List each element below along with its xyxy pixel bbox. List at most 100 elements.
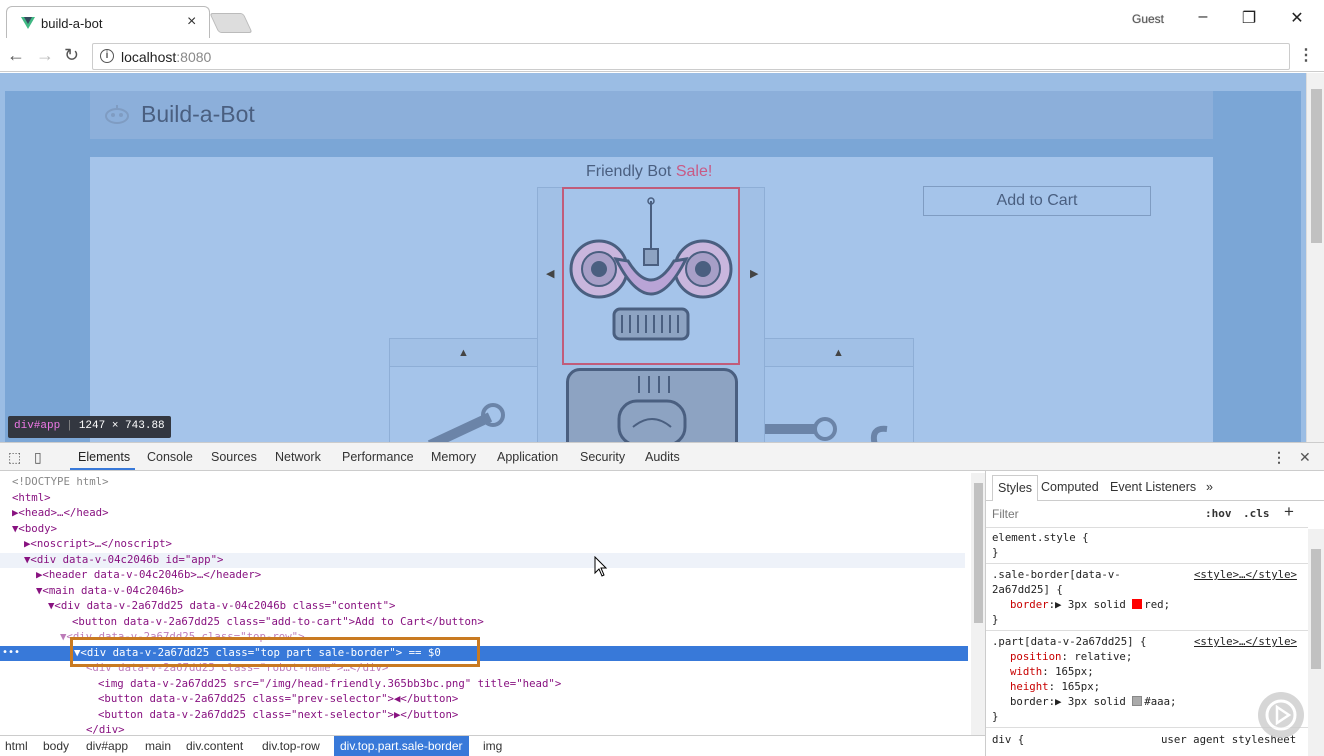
breadcrumb-item[interactable]: html: [5, 739, 28, 753]
info-icon[interactable]: i: [100, 49, 114, 63]
url-text: localhost:8080: [121, 49, 212, 65]
tab-audits[interactable]: Audits: [645, 450, 680, 464]
tab-application[interactable]: Application: [497, 450, 558, 464]
active-tab-indicator: [70, 468, 135, 470]
url-field[interactable]: i localhost:8080: [92, 43, 1290, 70]
dom-node[interactable]: ▶<header data-v-04c2046b>…</header>: [36, 568, 261, 584]
reload-icon[interactable]: ↻: [64, 45, 79, 66]
breadcrumb-item[interactable]: main: [145, 739, 171, 753]
restore-icon[interactable]: ❐: [1234, 8, 1264, 28]
left-arm-part: [389, 366, 539, 442]
css-declaration[interactable]: border:▶ 3px solid red;: [1010, 598, 1170, 611]
breadcrumb-item-active[interactable]: div.top.part.sale-border: [334, 736, 469, 756]
dom-node[interactable]: <button data-v-2a67dd25 class="prev-sele…: [98, 692, 458, 708]
tab-title: build-a-bot: [41, 16, 103, 31]
breadcrumb-item[interactable]: body: [43, 739, 69, 753]
left-arm-image: [427, 403, 505, 442]
dom-node[interactable]: ▼<body>: [12, 522, 57, 538]
dom-node[interactable]: <!DOCTYPE html>: [12, 475, 109, 491]
dom-node[interactable]: ▶<head>…</head>: [12, 506, 109, 522]
address-bar: ← → ↻ i localhost:8080 ⋮: [0, 40, 1324, 72]
devtools-panel: ⬚ ▯ Elements Console Sources Network Per…: [0, 442, 1324, 756]
selected-node-highlight: [70, 637, 480, 667]
device-toolbar-icon[interactable]: ▯: [34, 449, 42, 466]
new-tab-button[interactable]: [209, 13, 253, 33]
cls-toggle[interactable]: .cls: [1243, 507, 1270, 520]
rule-selector[interactable]: 2a67dd25] {: [992, 583, 1063, 596]
rule-selector[interactable]: .part[data-v-2a67dd25] {: [992, 635, 1146, 648]
dom-node[interactable]: <img data-v-2a67dd25 src="/img/head-frie…: [98, 677, 561, 693]
more-tabs-icon[interactable]: »: [1206, 480, 1213, 494]
add-to-cart-button[interactable]: Add to Cart: [923, 186, 1151, 216]
title-bar: build-a-bot × Guest – ❐ ✕: [0, 0, 1324, 40]
inspect-element-icon[interactable]: ⬚: [8, 449, 21, 466]
rule-selector[interactable]: div {: [992, 733, 1024, 746]
dom-node[interactable]: ▼<div data-v-2a67dd25 data-v-04c2046b cl…: [48, 599, 395, 615]
up-arrow-icon[interactable]: ▲: [458, 347, 469, 359]
torso-detail: [617, 376, 687, 442]
rule-selector[interactable]: element.style {: [992, 531, 1089, 544]
breadcrumb-item[interactable]: div.top-row: [262, 739, 320, 753]
css-declaration[interactable]: width: 165px;: [1010, 665, 1094, 678]
browser-menu-icon[interactable]: ⋮: [1298, 45, 1314, 65]
next-selector-button[interactable]: ▶: [750, 267, 758, 280]
browser-tab[interactable]: build-a-bot ×: [6, 6, 210, 38]
tab-network[interactable]: Network: [275, 450, 321, 464]
forward-icon[interactable]: →: [36, 45, 54, 66]
rule-selector[interactable]: .sale-border[data-v-: [992, 568, 1121, 581]
styles-tab-bar: Styles Computed Event Listeners »: [986, 471, 1324, 501]
breadcrumb-item[interactable]: div#app: [86, 739, 128, 753]
color-swatch[interactable]: [1132, 599, 1143, 609]
styles-scrollbar-thumb[interactable]: [1311, 549, 1321, 669]
dom-node[interactable]: ▼<div data-v-04c2046b id="app">: [0, 552, 965, 568]
dom-node[interactable]: <button data-v-2a67dd25 class="next-sele…: [98, 708, 458, 724]
tab-performance[interactable]: Performance: [342, 450, 414, 464]
tab-event-listeners[interactable]: Event Listeners: [1110, 480, 1196, 494]
new-rule-icon[interactable]: +: [1284, 502, 1294, 522]
page-scrollbar[interactable]: [1306, 73, 1324, 442]
styles-scrollbar[interactable]: [1308, 529, 1324, 756]
dom-node[interactable]: ▶<noscript>…</noscript>: [24, 537, 172, 553]
tab-console[interactable]: Console: [147, 450, 193, 464]
filter-input[interactable]: Filter: [992, 507, 1019, 521]
devtools-menu-icon[interactable]: ⋮: [1272, 449, 1286, 466]
css-declaration-overridden[interactable]: border:▶ 3px solid #aaa;: [1010, 695, 1176, 708]
dom-scrollbar[interactable]: [971, 473, 985, 735]
mouse-cursor-icon: [594, 556, 608, 577]
divider: [986, 630, 1308, 631]
hov-toggle[interactable]: :hov: [1205, 507, 1232, 520]
tab-close-icon[interactable]: ×: [187, 13, 196, 31]
devtools-close-icon[interactable]: ✕: [1299, 449, 1311, 466]
css-declaration[interactable]: position: relative;: [1010, 650, 1132, 663]
dom-node[interactable]: </div>: [86, 723, 125, 735]
ellipsis-icon[interactable]: •••: [2, 647, 20, 658]
prev-selector-button[interactable]: ◀: [546, 267, 554, 280]
close-window-icon[interactable]: ✕: [1282, 8, 1312, 28]
right-arm-image: [765, 417, 888, 442]
minimize-icon[interactable]: –: [1188, 8, 1218, 26]
dom-scrollbar-thumb[interactable]: [974, 483, 983, 623]
rule-source-link[interactable]: <style>…</style>: [1194, 568, 1297, 581]
back-icon[interactable]: ←: [7, 45, 25, 66]
css-declaration[interactable]: height: 165px;: [1010, 680, 1100, 693]
tab-computed[interactable]: Computed: [1041, 480, 1099, 494]
breadcrumb-item[interactable]: img: [483, 739, 502, 753]
tab-memory[interactable]: Memory: [431, 450, 476, 464]
tab-elements[interactable]: Elements: [78, 450, 130, 464]
vue-logo-icon: [21, 17, 35, 29]
dom-node[interactable]: ▼<main data-v-04c2046b>: [36, 584, 184, 600]
right-arm-selector-top: ▲: [764, 338, 914, 368]
divider: [986, 527, 1308, 528]
tab-sources[interactable]: Sources: [211, 450, 257, 464]
breadcrumb-item[interactable]: div.content: [186, 739, 243, 753]
page-scrollbar-thumb[interactable]: [1311, 89, 1322, 243]
dom-node[interactable]: <html>: [12, 491, 51, 507]
rule-source-link[interactable]: <style>…</style>: [1194, 635, 1297, 648]
profile-label[interactable]: Guest: [1128, 12, 1168, 26]
tab-styles[interactable]: Styles: [992, 475, 1039, 501]
tab-security[interactable]: Security: [580, 450, 625, 464]
dom-node[interactable]: <button data-v-2a67dd25 class="add-to-ca…: [72, 615, 484, 631]
color-swatch[interactable]: [1132, 696, 1143, 706]
up-arrow-icon[interactable]: ▲: [833, 347, 844, 359]
sale-title: Friendly Bot Sale!: [586, 163, 713, 180]
